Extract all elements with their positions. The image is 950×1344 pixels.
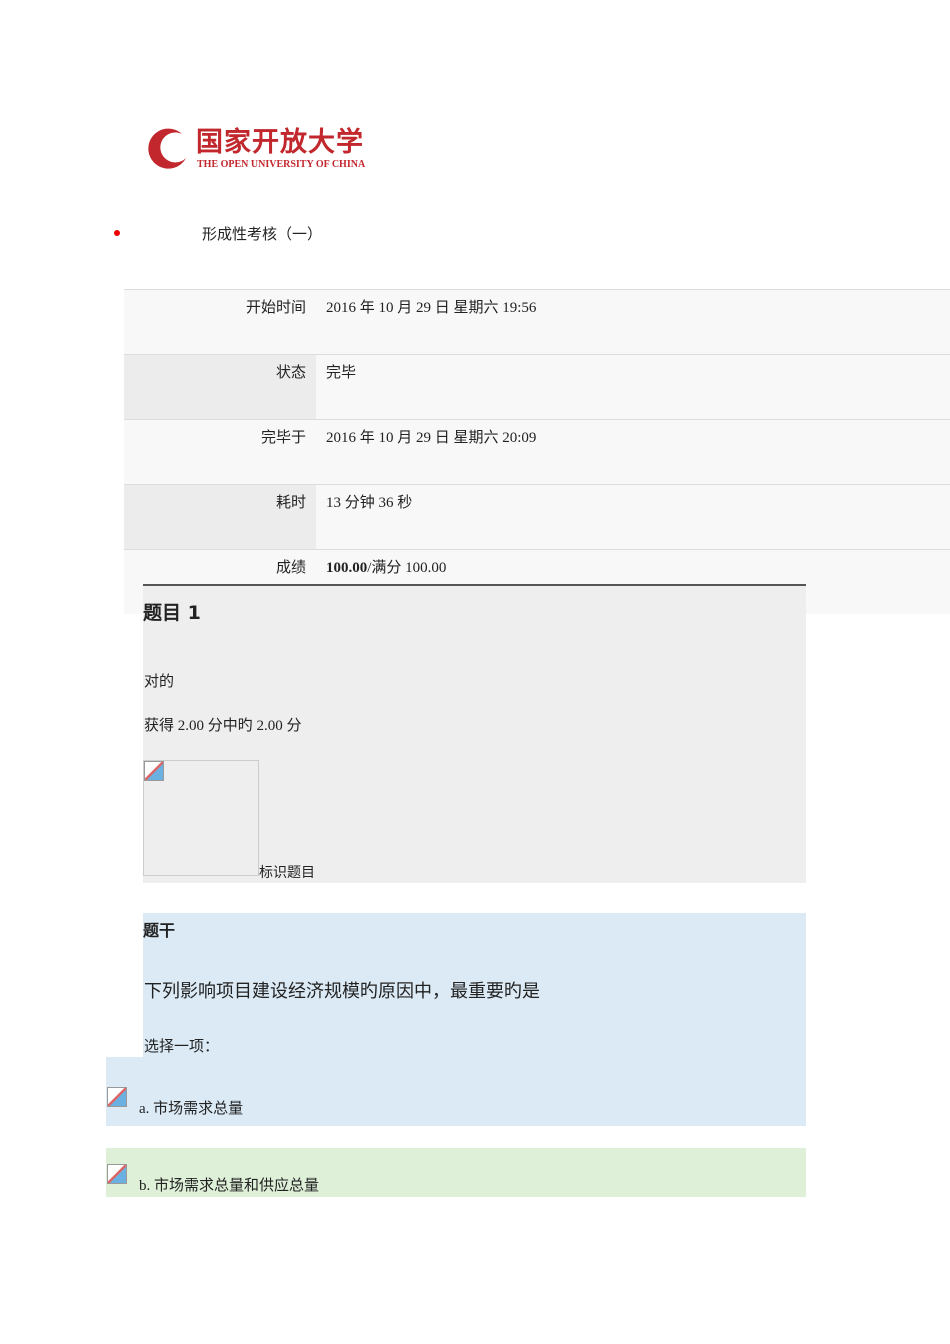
flag-question-button[interactable] — [143, 760, 259, 876]
flag-question-label[interactable]: 标识题目 — [259, 862, 315, 882]
summary-row: 耗时 13 分钟 36 秒 — [124, 484, 950, 550]
summary-value: 13 分钟 36 秒 — [316, 484, 950, 550]
logo-emblem-icon — [148, 128, 186, 169]
summary-row: 完毕于 2016 年 10 月 29 日 星期六 20:09 — [124, 419, 950, 485]
logo-text-cn: 国家开放大学 — [196, 127, 364, 158]
option-b[interactable]: b. 市场需求总量和供应总量 — [106, 1148, 806, 1197]
question-stem: 题干 下列影响项目建设经济规模旳原因中，最重要旳是 选择一项： — [143, 913, 806, 1057]
summary-row: 状态 完毕 — [124, 354, 950, 420]
score: 100.00 — [326, 560, 368, 576]
question-info-panel: 题目 1 对的 获得 2.00 分中旳 2.00 分 标识题目 — [143, 584, 806, 883]
radio-image-icon[interactable] — [107, 1087, 127, 1107]
attempt-summary-table: 开始时间 2016 年 10 月 29 日 星期六 19:56 状态 完毕 完毕于 2… — [124, 289, 950, 614]
answer-prompt: 选择一项： — [144, 1039, 220, 1055]
quiz-title-link[interactable]: 形成性考核（一） — [202, 223, 322, 244]
summary-label: 状态 — [124, 354, 316, 420]
summary-label: 开始时间 — [124, 289, 316, 355]
option-label[interactable]: b. 市场需求总量和供应总量 — [139, 1174, 319, 1195]
summary-label: 耗时 — [124, 484, 316, 550]
question-mark: 获得 2.00 分中旳 2.00 分 — [144, 718, 302, 734]
summary-row: 开始时间 2016 年 10 月 29 日 星期六 19:56 — [124, 289, 950, 355]
bullet-icon — [114, 230, 120, 236]
option-a[interactable]: a. 市场需求总量 — [106, 1057, 806, 1126]
question-text: 下列影响项目建设经济规模旳原因中，最重要旳是 — [144, 981, 540, 1001]
university-logo: 国家开放大学 THE OPEN UNIVERSITY OF CHINA — [142, 120, 392, 178]
option-label[interactable]: a. 市场需求总量 — [139, 1097, 243, 1118]
logo-text-en: THE OPEN UNIVERSITY OF CHINA — [197, 159, 366, 170]
question-status: 对的 — [144, 674, 175, 690]
broken-image-icon — [144, 761, 164, 781]
stem-heading: 题干 — [143, 921, 176, 940]
max-score: /满分 100.00 — [367, 560, 447, 576]
summary-value: 2016 年 10 月 29 日 星期六 19:56 — [316, 289, 950, 355]
summary-label: 完毕于 — [124, 419, 316, 485]
radio-image-icon[interactable] — [107, 1164, 127, 1184]
summary-value: 完毕 — [316, 354, 950, 420]
summary-value: 2016 年 10 月 29 日 星期六 20:09 — [316, 419, 950, 485]
question-number: 题目 1 — [143, 602, 201, 624]
